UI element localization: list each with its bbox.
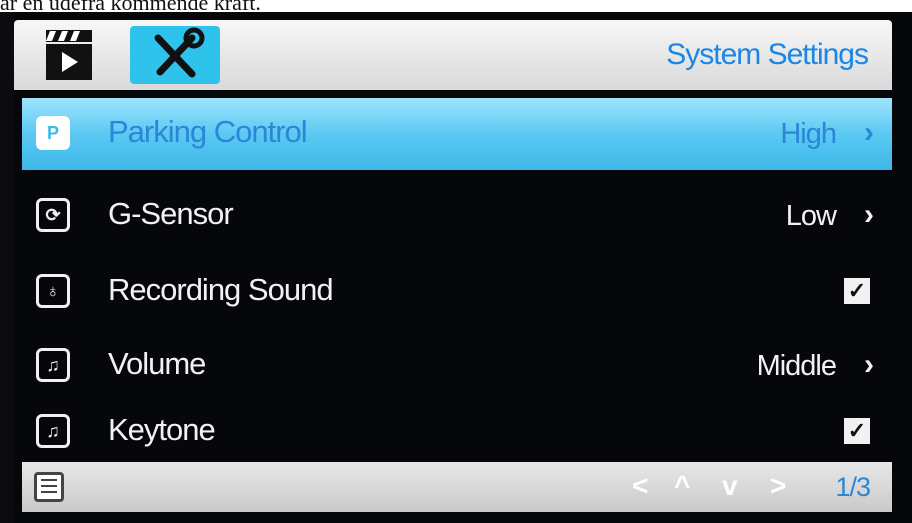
page-title: System Settings	[666, 38, 869, 71]
menu-item-label: Volume	[108, 346, 206, 381]
tab-video[interactable]	[40, 26, 110, 84]
chevron-right-icon: ›	[864, 116, 874, 149]
parking-icon: P	[36, 116, 70, 150]
menu-item-keytone[interactable]: ♫ Keytone ✓	[22, 396, 892, 468]
chevron-right-icon: ›	[864, 198, 874, 231]
menu-item-volume[interactable]: ♫ Volume Middle ›	[22, 330, 892, 402]
menu-item-label: Keytone	[108, 412, 216, 447]
music-note-icon: ♫	[36, 348, 70, 382]
menu-item-value: High	[780, 118, 837, 150]
settings-footer: < ^ v > 1/3	[22, 462, 892, 512]
music-note-icon: ♫	[36, 414, 70, 448]
nav-up-button[interactable]: ^	[674, 470, 690, 502]
nav-left-button[interactable]: <	[632, 470, 648, 502]
keytone-checkbox[interactable]: ✓	[844, 418, 870, 444]
chevron-right-icon: ›	[864, 348, 874, 381]
video-clapper-icon	[46, 30, 92, 80]
nav-right-button[interactable]: >	[770, 470, 786, 502]
screen-bezel	[0, 12, 14, 523]
menu-item-label: Parking Control	[108, 114, 308, 149]
settings-header: System Settings	[14, 20, 892, 90]
menu-item-recording-sound[interactable]: ♁ Recording Sound ✓	[22, 256, 892, 328]
nav-down-button[interactable]: v	[722, 470, 738, 502]
menu-item-g-sensor[interactable]: ⟳ G-Sensor Low ›	[22, 180, 892, 252]
menu-item-label: Recording Sound	[108, 272, 334, 307]
menu-list-icon[interactable]	[34, 472, 64, 502]
menu-item-value: Middle	[756, 350, 837, 382]
microphone-icon: ♁	[36, 274, 70, 308]
g-sensor-icon: ⟳	[36, 198, 70, 232]
recording-sound-checkbox[interactable]: ✓	[844, 278, 870, 304]
tab-settings[interactable]	[130, 26, 220, 84]
menu-item-parking-control[interactable]: P Parking Control High ›	[22, 98, 892, 170]
menu-item-value: Low	[785, 200, 837, 232]
page-indicator: 1/3	[835, 472, 871, 502]
tools-icon	[154, 27, 205, 78]
menu-item-label: G-Sensor	[108, 196, 234, 231]
